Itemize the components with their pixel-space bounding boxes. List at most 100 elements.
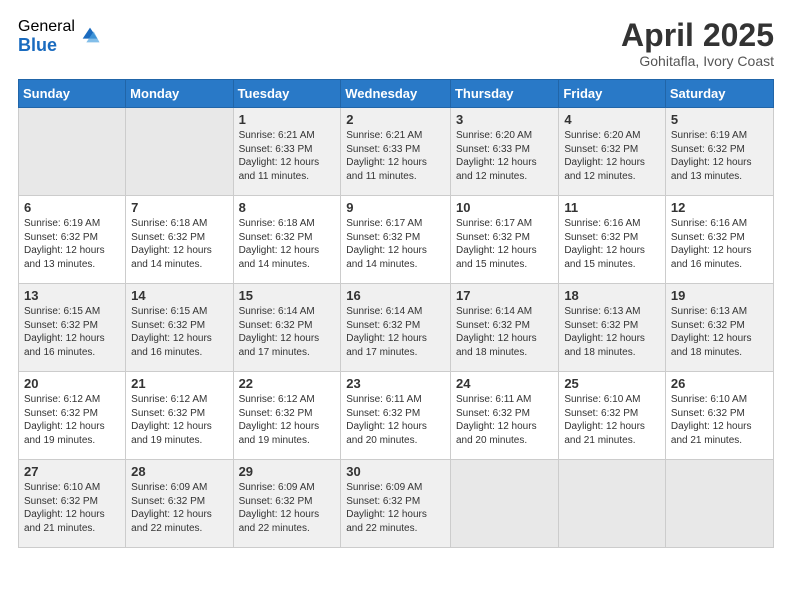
calendar-day-cell: 26 Sunrise: 6:10 AM Sunset: 6:32 PM Dayli…	[665, 372, 773, 460]
calendar-day-cell: 3 Sunrise: 6:20 AM Sunset: 6:33 PM Daylig…	[450, 108, 558, 196]
day-number: 6	[24, 200, 120, 215]
calendar-day-cell: 27Sunrise: 6:10 AM Sunset: 6:32 PM Dayli…	[19, 460, 126, 548]
day-info: Sunrise: 6:19 AM Sunset: 6:32 PM Dayligh…	[24, 217, 120, 271]
calendar-day-cell: 15 Sunrise: 6:14 AM Sunset: 6:32 PM Dayli…	[233, 284, 341, 372]
day-number: 3	[456, 112, 553, 127]
logo: General Blue	[18, 18, 101, 55]
day-number: 14	[131, 288, 227, 303]
page: General Blue April 2025 Gohitafla, Ivory…	[0, 0, 792, 612]
day-info: Sunrise: 6:12 AM Sunset: 6:32 PM Dayligh…	[239, 393, 336, 447]
day-info: Sunrise: 6:16 AM Sunset: 6:32 PM Dayligh…	[564, 217, 660, 271]
calendar-day-cell: 19 Sunrise: 6:13 AM Sunset: 6:32 PM Dayli…	[665, 284, 773, 372]
day-number: 20	[24, 376, 120, 391]
calendar-week-row: 20 Sunrise: 6:12 AM Sunset: 6:32 PM Dayli…	[19, 372, 774, 460]
calendar-day-cell: 28Sunrise: 6:09 AM Sunset: 6:32 PM Dayli…	[126, 460, 233, 548]
day-info: Sunrise: 6:14 AM Sunset: 6:32 PM Dayligh…	[456, 305, 553, 359]
day-info: Sunrise: 6:13 AM Sunset: 6:32 PM Dayligh…	[671, 305, 768, 359]
weekday-header: Wednesday	[341, 80, 451, 108]
day-number: 5	[671, 112, 768, 127]
day-number: 8	[239, 200, 336, 215]
day-number: 30	[346, 464, 445, 479]
calendar-day-cell	[450, 460, 558, 548]
calendar: SundayMondayTuesdayWednesdayThursdayFrid…	[18, 79, 774, 548]
day-number: 24	[456, 376, 553, 391]
day-info: Sunrise: 6:20 AM Sunset: 6:33 PM Dayligh…	[456, 129, 553, 183]
calendar-day-cell: 8 Sunrise: 6:18 AM Sunset: 6:32 PM Daylig…	[233, 196, 341, 284]
calendar-day-cell	[126, 108, 233, 196]
day-info: Sunrise: 6:19 AM Sunset: 6:32 PM Dayligh…	[671, 129, 768, 183]
calendar-day-cell: 6 Sunrise: 6:19 AM Sunset: 6:32 PM Daylig…	[19, 196, 126, 284]
day-number: 26	[671, 376, 768, 391]
calendar-week-row: 27Sunrise: 6:10 AM Sunset: 6:32 PM Dayli…	[19, 460, 774, 548]
calendar-day-cell: 12Sunrise: 6:16 AM Sunset: 6:32 PM Dayli…	[665, 196, 773, 284]
calendar-day-cell: 2 Sunrise: 6:21 AM Sunset: 6:33 PM Daylig…	[341, 108, 451, 196]
day-number: 18	[564, 288, 660, 303]
day-number: 7	[131, 200, 227, 215]
day-number: 2	[346, 112, 445, 127]
calendar-day-cell: 10 Sunrise: 6:17 AM Sunset: 6:32 PM Dayli…	[450, 196, 558, 284]
weekday-header: Tuesday	[233, 80, 341, 108]
day-number: 11	[564, 200, 660, 215]
weekday-header: Thursday	[450, 80, 558, 108]
calendar-week-row: 13 Sunrise: 6:15 AM Sunset: 6:32 PM Dayli…	[19, 284, 774, 372]
logo-general: General	[18, 18, 75, 36]
calendar-week-row: 1Sunrise: 6:21 AM Sunset: 6:33 PM Daylig…	[19, 108, 774, 196]
calendar-day-cell: 22 Sunrise: 6:12 AM Sunset: 6:32 PM Dayli…	[233, 372, 341, 460]
calendar-day-cell: 11 Sunrise: 6:16 AM Sunset: 6:32 PM Dayli…	[559, 196, 666, 284]
day-info: Sunrise: 6:18 AM Sunset: 6:32 PM Dayligh…	[239, 217, 336, 271]
day-info: Sunrise: 6:20 AM Sunset: 6:32 PM Dayligh…	[564, 129, 660, 183]
day-info: Sunrise: 6:15 AM Sunset: 6:32 PM Dayligh…	[131, 305, 227, 359]
weekday-header-row: SundayMondayTuesdayWednesdayThursdayFrid…	[19, 80, 774, 108]
day-info: Sunrise: 6:11 AM Sunset: 6:32 PM Dayligh…	[456, 393, 553, 447]
calendar-day-cell: 4Sunrise: 6:20 AM Sunset: 6:32 PM Daylig…	[559, 108, 666, 196]
day-info: Sunrise: 6:10 AM Sunset: 6:32 PM Dayligh…	[24, 481, 120, 535]
calendar-day-cell: 18Sunrise: 6:13 AM Sunset: 6:32 PM Dayli…	[559, 284, 666, 372]
calendar-day-cell: 13 Sunrise: 6:15 AM Sunset: 6:32 PM Dayli…	[19, 284, 126, 372]
day-info: Sunrise: 6:14 AM Sunset: 6:32 PM Dayligh…	[346, 305, 445, 359]
day-number: 22	[239, 376, 336, 391]
header: General Blue April 2025 Gohitafla, Ivory…	[18, 18, 774, 69]
day-info: Sunrise: 6:17 AM Sunset: 6:32 PM Dayligh…	[456, 217, 553, 271]
weekday-header: Friday	[559, 80, 666, 108]
logo-icon	[79, 24, 101, 46]
day-info: Sunrise: 6:21 AM Sunset: 6:33 PM Dayligh…	[346, 129, 445, 183]
calendar-day-cell: 25 Sunrise: 6:10 AM Sunset: 6:32 PM Dayli…	[559, 372, 666, 460]
calendar-day-cell	[559, 460, 666, 548]
day-info: Sunrise: 6:21 AM Sunset: 6:33 PM Dayligh…	[239, 129, 336, 183]
calendar-day-cell: 7Sunrise: 6:18 AM Sunset: 6:32 PM Daylig…	[126, 196, 233, 284]
day-info: Sunrise: 6:12 AM Sunset: 6:32 PM Dayligh…	[131, 393, 227, 447]
day-number: 12	[671, 200, 768, 215]
day-info: Sunrise: 6:10 AM Sunset: 6:32 PM Dayligh…	[671, 393, 768, 447]
day-info: Sunrise: 6:12 AM Sunset: 6:32 PM Dayligh…	[24, 393, 120, 447]
calendar-day-cell: 29Sunrise: 6:09 AM Sunset: 6:32 PM Dayli…	[233, 460, 341, 548]
calendar-day-cell: 14 Sunrise: 6:15 AM Sunset: 6:32 PM Dayli…	[126, 284, 233, 372]
calendar-day-cell: 17 Sunrise: 6:14 AM Sunset: 6:32 PM Dayli…	[450, 284, 558, 372]
calendar-day-cell: 9 Sunrise: 6:17 AM Sunset: 6:32 PM Daylig…	[341, 196, 451, 284]
day-number: 10	[456, 200, 553, 215]
logo-blue: Blue	[18, 36, 75, 56]
day-info: Sunrise: 6:15 AM Sunset: 6:32 PM Dayligh…	[24, 305, 120, 359]
calendar-day-cell: 30Sunrise: 6:09 AM Sunset: 6:32 PM Dayli…	[341, 460, 451, 548]
calendar-day-cell: 24 Sunrise: 6:11 AM Sunset: 6:32 PM Dayli…	[450, 372, 558, 460]
calendar-day-cell: 5 Sunrise: 6:19 AM Sunset: 6:32 PM Daylig…	[665, 108, 773, 196]
calendar-day-cell: 16Sunrise: 6:14 AM Sunset: 6:32 PM Dayli…	[341, 284, 451, 372]
day-number: 15	[239, 288, 336, 303]
day-number: 19	[671, 288, 768, 303]
calendar-day-cell	[19, 108, 126, 196]
calendar-day-cell: 20 Sunrise: 6:12 AM Sunset: 6:32 PM Dayli…	[19, 372, 126, 460]
calendar-week-row: 6 Sunrise: 6:19 AM Sunset: 6:32 PM Daylig…	[19, 196, 774, 284]
day-number: 17	[456, 288, 553, 303]
day-number: 25	[564, 376, 660, 391]
day-info: Sunrise: 6:14 AM Sunset: 6:32 PM Dayligh…	[239, 305, 336, 359]
day-info: Sunrise: 6:11 AM Sunset: 6:32 PM Dayligh…	[346, 393, 445, 447]
title-section: April 2025 Gohitafla, Ivory Coast	[621, 18, 774, 69]
calendar-day-cell: 1Sunrise: 6:21 AM Sunset: 6:33 PM Daylig…	[233, 108, 341, 196]
day-number: 9	[346, 200, 445, 215]
day-number: 13	[24, 288, 120, 303]
calendar-day-cell	[665, 460, 773, 548]
day-number: 23	[346, 376, 445, 391]
day-info: Sunrise: 6:17 AM Sunset: 6:32 PM Dayligh…	[346, 217, 445, 271]
day-info: Sunrise: 6:10 AM Sunset: 6:32 PM Dayligh…	[564, 393, 660, 447]
day-info: Sunrise: 6:09 AM Sunset: 6:32 PM Dayligh…	[131, 481, 227, 535]
calendar-day-cell: 21Sunrise: 6:12 AM Sunset: 6:32 PM Dayli…	[126, 372, 233, 460]
